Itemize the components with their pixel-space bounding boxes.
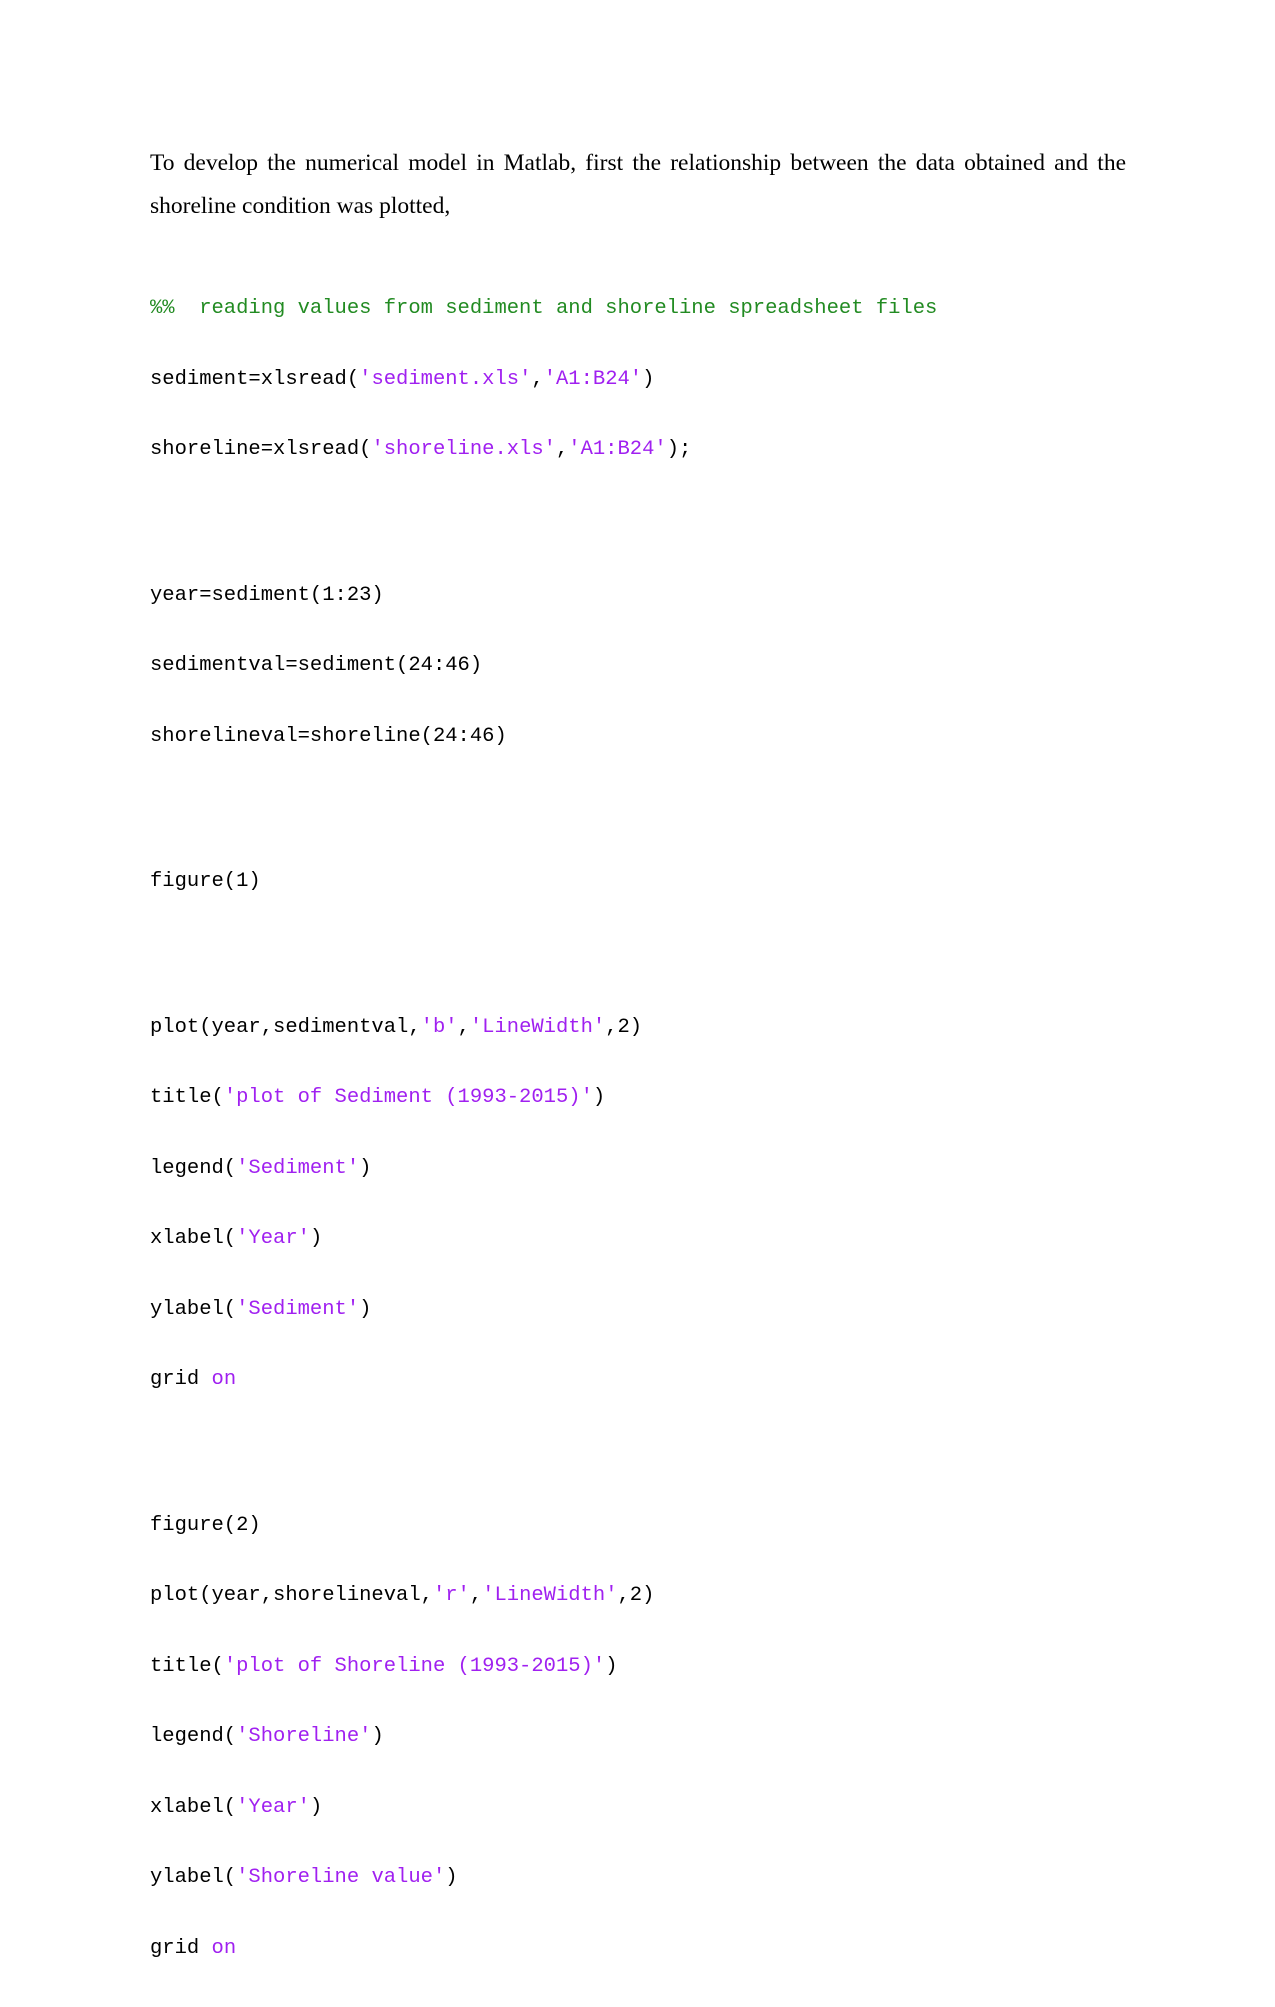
- code-line-title-sediment: title('plot of Sediment (1993-2015)'): [150, 1086, 937, 1110]
- code-text: grid: [150, 1368, 212, 1391]
- code-text: plot(year,shorelineval,: [150, 1584, 433, 1607]
- code-text: ,2): [605, 1015, 643, 1039]
- code-string: 'Shoreline': [236, 1725, 372, 1748]
- code-line-year: year=sediment(1:23): [150, 583, 384, 607]
- code-text: ): [605, 1654, 618, 1678]
- code-line-plot-shoreline: plot(year,shorelineval,'r','LineWidth',2…: [150, 1584, 937, 1608]
- code-text: ): [371, 1725, 384, 1748]
- code-keyword: on: [211, 1368, 237, 1391]
- code-text: grid: [150, 1936, 212, 1960]
- code-text: plot(year,sedimentval,: [150, 1015, 421, 1039]
- code-text: legend(: [150, 1156, 237, 1180]
- code-string: 'b': [420, 1015, 458, 1039]
- code-text: ): [592, 1086, 606, 1109]
- code-string: 'A1:B24': [568, 438, 667, 461]
- code-line-ylabel-sediment: ylabel('Sediment'): [150, 1298, 937, 1322]
- code-keyword: on: [211, 1936, 237, 1960]
- code-line-figure2: figure(2): [150, 1513, 261, 1537]
- code-line-sediment-read: sediment=xlsread('sediment.xls','A1:B24'…: [150, 368, 937, 392]
- code-text: ,: [457, 1015, 470, 1039]
- code-text: ,: [469, 1584, 483, 1607]
- code-text: xlabel(: [150, 1795, 237, 1819]
- code-string: 'r': [432, 1584, 470, 1607]
- code-text: ,2): [617, 1584, 655, 1607]
- code-text: legend(: [150, 1725, 237, 1748]
- code-line-plot-sediment: plot(year,sedimentval,'b','LineWidth',2): [150, 1016, 937, 1040]
- code-string: 'Sediment': [236, 1297, 360, 1321]
- code-text: ,: [531, 367, 544, 391]
- code-string: 'Sediment': [236, 1156, 360, 1180]
- code-line-shorelineval: shorelineval=shoreline(24:46): [150, 724, 507, 748]
- code-comment-line: %% reading values from sediment and shor…: [150, 297, 937, 321]
- code-text: shoreline=xlsread(: [150, 438, 372, 461]
- code-line-legend-sediment: legend('Sediment'): [150, 1157, 937, 1181]
- code-text: ): [309, 1795, 323, 1819]
- code-text: );: [666, 438, 692, 461]
- code-line-title-shoreline: title('plot of Shoreline (1993-2015)'): [150, 1655, 937, 1679]
- code-text: ): [445, 1866, 458, 1889]
- code-string: 'A1:B24': [543, 367, 643, 391]
- code-string: 'Year': [236, 1227, 310, 1250]
- code-string: 'Shoreline value': [236, 1866, 446, 1889]
- code-string: 'plot of Sediment (1993-2015)': [223, 1086, 593, 1109]
- code-line-sedimentval: sedimentval=sediment(24:46): [150, 654, 483, 677]
- intro-paragraph: To develop the numerical model in Matlab…: [150, 150, 1126, 219]
- code-string: 'LineWidth': [469, 1015, 606, 1039]
- code-text: ylabel(: [150, 1866, 237, 1889]
- code-string: 'sediment.xls': [359, 367, 532, 391]
- code-line-xlabel-sediment: xlabel('Year'): [150, 1227, 937, 1251]
- code-line-ylabel-shoreline: ylabel('Shoreline value'): [150, 1866, 937, 1890]
- code-text: xlabel(: [150, 1227, 237, 1250]
- code-line-legend-shoreline: legend('Shoreline'): [150, 1725, 937, 1749]
- code-text: ): [309, 1227, 323, 1250]
- code-line-xlabel-shoreline: xlabel('Year'): [150, 1796, 937, 1820]
- code-text: sediment=xlsread(: [150, 367, 360, 391]
- code-string: 'LineWidth': [482, 1584, 618, 1607]
- code-line-shoreline-read: shoreline=xlsread('shoreline.xls','A1:B2…: [150, 438, 937, 462]
- code-line-figure1: figure(1): [150, 870, 261, 893]
- matlab-code-block: %% reading values from sediment and shor…: [150, 250, 937, 2007]
- code-text: ): [359, 1156, 372, 1180]
- code-text: ,: [555, 438, 569, 461]
- code-string: 'shoreline.xls': [371, 438, 556, 461]
- code-line-grid-sediment: grid on: [150, 1368, 937, 1392]
- code-string: 'Year': [236, 1795, 310, 1819]
- code-text: ylabel(: [150, 1297, 237, 1321]
- code-line-grid-shoreline: grid on: [150, 1937, 937, 1961]
- code-text: title(: [150, 1654, 224, 1678]
- code-text: title(: [150, 1086, 224, 1109]
- document-page: To develop the numerical model in Matlab…: [0, 0, 1275, 1960]
- code-text: ): [642, 367, 655, 391]
- code-string: 'plot of Shoreline (1993-2015)': [223, 1654, 606, 1678]
- comment: %% reading values from sediment and shor…: [150, 297, 938, 320]
- code-text: ): [359, 1297, 372, 1321]
